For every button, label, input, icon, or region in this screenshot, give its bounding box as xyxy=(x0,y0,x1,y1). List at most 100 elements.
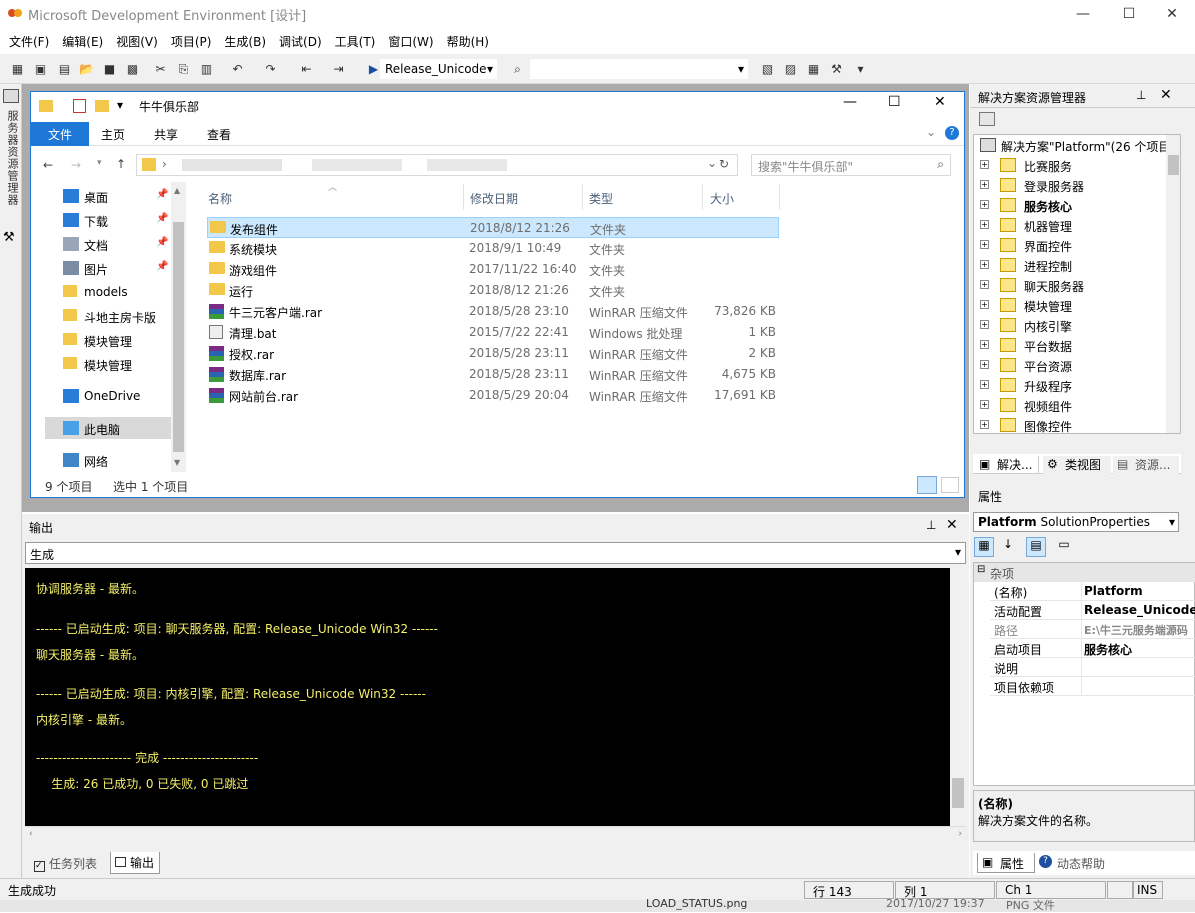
expand-icon[interactable]: + xyxy=(980,340,989,349)
file-row[interactable]: 授权.rar 2018/5/28 23:11 WinRAR 压缩文件 2 KB xyxy=(207,343,779,364)
solution-project-item[interactable]: + 比赛服务 xyxy=(978,155,1168,175)
close-button[interactable]: ✕ xyxy=(934,94,946,110)
property-row[interactable]: 活动配置 Release_Unicode xyxy=(990,601,1195,620)
nav-scrollbar[interactable]: ▲ ▼ xyxy=(171,182,186,472)
nav-item[interactable]: 文档 📌 xyxy=(31,233,171,255)
menu-debug[interactable]: 调试(D) xyxy=(279,33,322,50)
pin-icon[interactable]: ⊥ xyxy=(1136,88,1146,102)
file-row[interactable]: 网站前台.rar 2018/5/29 20:04 WinRAR 压缩文件 17,691… xyxy=(207,385,779,406)
ribbon-expand-icon[interactable]: ⌄ xyxy=(926,125,936,139)
solution-project-item[interactable]: + 登录服务器 xyxy=(978,175,1168,195)
add-new-item-icon[interactable]: ▤ xyxy=(56,61,73,77)
pin-icon[interactable]: 📌 xyxy=(156,189,168,200)
new-project-icon[interactable]: ▦ xyxy=(9,61,26,77)
tab-share[interactable]: 共享 xyxy=(154,126,178,143)
pin-icon[interactable]: ⊥ xyxy=(926,518,936,532)
solution-properties-icon[interactable] xyxy=(979,112,995,126)
solution-project-item[interactable]: + 内核引擎 xyxy=(978,315,1168,335)
expand-icon[interactable]: + xyxy=(980,360,989,369)
property-row[interactable]: 路径 E:\牛三元服务端源码 xyxy=(990,620,1195,639)
undo-icon[interactable]: ↶ xyxy=(229,61,246,77)
add-item-icon[interactable]: ▣ xyxy=(32,61,49,77)
tab-solution[interactable]: ▣ 解决... xyxy=(975,456,1039,474)
tab-class-view[interactable]: ⚙ 类视图 xyxy=(1043,456,1111,474)
config-select[interactable]: Release_Unicode ▾ xyxy=(380,59,497,79)
menu-tools[interactable]: 工具(T) xyxy=(335,33,376,50)
file-row[interactable]: 牛三元客户端.rar 2018/5/28 23:10 WinRAR 压缩文件 73,8… xyxy=(207,301,779,322)
nav-item[interactable]: 桌面 📌 xyxy=(31,185,171,207)
solution-project-item[interactable]: + 进程控制 xyxy=(978,255,1168,275)
minimize-button[interactable]: — xyxy=(843,94,857,110)
properties-icon[interactable] xyxy=(73,99,86,113)
menu-help[interactable]: 帮助(H) xyxy=(447,33,489,50)
property-row[interactable]: (名称) Platform xyxy=(990,582,1195,601)
expand-icon[interactable]: + xyxy=(980,180,989,189)
tab-home[interactable]: 主页 xyxy=(101,126,125,143)
nav-item[interactable]: 此电脑 xyxy=(45,417,171,439)
solution-project-item[interactable]: + 聊天服务器 xyxy=(978,275,1168,295)
property-row[interactable]: 启动项目 服务核心 xyxy=(990,639,1195,658)
close-icon[interactable]: ✕ xyxy=(946,517,958,533)
cut-icon[interactable]: ✂ xyxy=(152,61,169,77)
new-folder-icon[interactable] xyxy=(95,100,109,112)
column-type[interactable]: 类型 xyxy=(589,190,613,207)
open-icon[interactable]: 📂 xyxy=(78,61,95,77)
menu-file[interactable]: 文件(F) xyxy=(9,33,49,50)
options-icon[interactable]: ▾ xyxy=(852,61,869,77)
expand-icon[interactable]: + xyxy=(980,200,989,209)
tab-view[interactable]: 查看 xyxy=(207,126,231,143)
close-button[interactable]: ✕ xyxy=(1149,0,1195,28)
find-in-files-icon[interactable]: ⌕ xyxy=(509,61,526,77)
nav-item[interactable]: 图片 📌 xyxy=(31,257,171,279)
tab-resource-view[interactable]: ▤ 资源... xyxy=(1113,456,1179,474)
expand-icon[interactable]: + xyxy=(980,160,989,169)
property-pages-icon[interactable]: ▭ xyxy=(1054,537,1074,557)
solution-explorer-icon[interactable]: ▧ xyxy=(759,61,776,77)
expand-icon[interactable]: + xyxy=(980,320,989,329)
column-size[interactable]: 大小 xyxy=(710,190,734,207)
expand-icon[interactable]: + xyxy=(980,240,989,249)
address-bar[interactable]: › ⌄ xyxy=(136,154,738,176)
find-combo[interactable]: ▾ xyxy=(530,59,748,79)
property-row[interactable]: 项目依赖项 xyxy=(990,677,1195,696)
nav-item[interactable]: 模块管理 xyxy=(31,353,171,375)
tab-dynamic-help[interactable]: ? 动态帮助 xyxy=(1037,853,1117,873)
forward-icon[interactable]: → xyxy=(71,158,81,172)
file-row[interactable]: 系统模块 2018/9/1 10:49 文件夹 xyxy=(207,238,779,259)
expand-icon[interactable]: + xyxy=(980,300,989,309)
file-row[interactable]: 数据库.rar 2018/5/28 23:11 WinRAR 压缩文件 4,675 K… xyxy=(207,364,779,385)
solution-project-item[interactable]: + 视频组件 xyxy=(978,395,1168,415)
customize-icon[interactable]: ▾ xyxy=(117,98,123,112)
menu-edit[interactable]: 编辑(E) xyxy=(62,33,103,50)
file-row[interactable]: 运行 2018/8/12 21:26 文件夹 xyxy=(207,280,779,301)
copy-icon[interactable]: ⎘ xyxy=(175,61,192,77)
navigate-forward-icon[interactable]: ⇥ xyxy=(330,61,347,77)
details-view-icon[interactable] xyxy=(917,476,937,494)
column-name[interactable]: 名称 xyxy=(208,190,232,207)
solution-project-item[interactable]: + 模块管理 xyxy=(978,295,1168,315)
nav-item[interactable]: 下载 📌 xyxy=(31,209,171,231)
properties-object-select[interactable]: Platform SolutionProperties ▾ xyxy=(973,512,1179,532)
back-icon[interactable]: ← xyxy=(43,158,53,172)
tab-properties[interactable]: ▣ 属性 xyxy=(977,853,1035,873)
pin-icon[interactable]: 📌 xyxy=(156,237,168,248)
navigate-back-icon[interactable]: ⇤ xyxy=(298,61,315,77)
toolbox-icon[interactable]: ⚒ xyxy=(3,230,15,245)
output-source-select[interactable]: 生成 ▾ xyxy=(25,542,966,564)
solution-project-item[interactable]: + 平台数据 xyxy=(978,335,1168,355)
server-explorer-tab[interactable]: 服务器资源管理器 xyxy=(4,110,20,206)
output-console[interactable]: 协调服务器 - 最新。 ------ 已启动生成: 项目: 聊天服务器, 配置: … xyxy=(25,568,950,826)
property-row[interactable]: 说明 xyxy=(990,658,1195,677)
file-row[interactable]: 发布组件 2018/8/12 21:26 文件夹 xyxy=(207,217,779,238)
solution-project-item[interactable]: + 升级程序 xyxy=(978,375,1168,395)
nav-item[interactable]: 斗地主房卡版 xyxy=(31,305,171,327)
menu-build[interactable]: 生成(B) xyxy=(224,33,266,50)
file-row[interactable]: 游戏组件 2017/11/22 16:40 文件夹 xyxy=(207,259,779,280)
solution-root[interactable]: 解决方案"Platform"(26 个项目) xyxy=(1001,138,1175,155)
recent-icon[interactable]: ▾ xyxy=(97,158,102,168)
expand-icon[interactable]: + xyxy=(980,420,989,429)
column-date[interactable]: 修改日期 xyxy=(470,190,518,207)
help-icon[interactable]: ? xyxy=(945,126,959,140)
search-input[interactable]: 搜索"牛牛俱乐部" ⌕ xyxy=(751,154,951,176)
server-explorer-icon[interactable] xyxy=(3,89,19,103)
